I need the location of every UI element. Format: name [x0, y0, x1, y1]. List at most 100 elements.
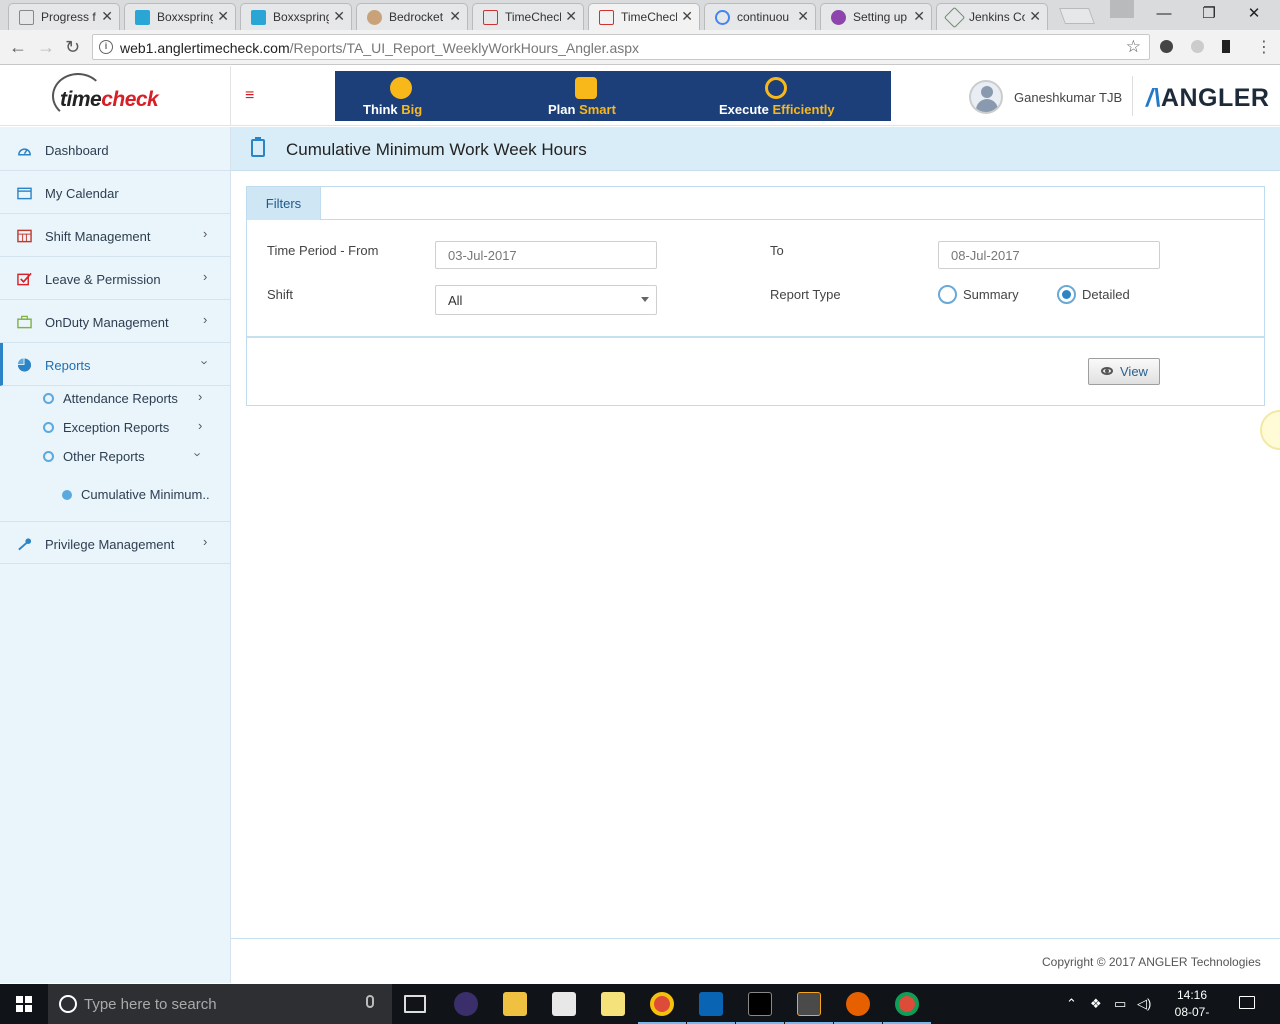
detailed-radio[interactable] [1057, 285, 1076, 304]
close-window-button[interactable]: ✕ [1234, 2, 1274, 26]
filters-panel: Filters Time Period - From 03-Jul-2017 T… [246, 186, 1265, 406]
volume-icon[interactable]: ◁) [1137, 996, 1151, 1012]
browser-tab[interactable]: Bedrocket ✕ [356, 3, 468, 30]
sidebar-item-privilege-management[interactable]: Privilege Management › [0, 521, 230, 564]
terminal-icon[interactable] [748, 992, 772, 1016]
outlook-icon[interactable] [699, 992, 723, 1016]
detailed-radio-label[interactable]: Detailed [1082, 287, 1130, 302]
chrome-icon[interactable] [895, 992, 919, 1016]
file-explorer-icon[interactable] [503, 992, 527, 1016]
shift-select[interactable]: All [435, 285, 657, 315]
chevron-right-icon: › [198, 418, 203, 433]
microphone-icon[interactable] [366, 995, 374, 1008]
browser-tab[interactable]: Progress f ✕ [8, 3, 120, 30]
restore-button[interactable]: ❐ [1189, 2, 1229, 26]
sidebar-item-reports[interactable]: Reports › [0, 343, 230, 386]
sidebar-item-onduty-management[interactable]: OnDuty Management › [0, 300, 230, 343]
system-clock[interactable]: 14:16 08-07-2017 [1162, 987, 1222, 1024]
menu-icon[interactable]: ⋮ [1256, 37, 1272, 57]
sticky-notes-icon[interactable] [601, 992, 625, 1016]
chevron-right-icon: › [203, 226, 208, 241]
tab-filters[interactable]: Filters [247, 187, 321, 220]
angler-mark-icon: /\ [1146, 84, 1161, 112]
browser-tab[interactable]: continuou ✕ [704, 3, 816, 30]
sidebar-subitem-exception-reports[interactable]: Exception Reports › [0, 413, 230, 442]
taskbar-search[interactable]: Type here to search [48, 984, 392, 1024]
sidebar-item-shift-management[interactable]: Shift Management › [0, 214, 230, 257]
profile-icon[interactable] [1110, 0, 1134, 18]
browser-tab[interactable]: Boxxspring ✕ [240, 3, 352, 30]
lightbulb-icon [390, 77, 412, 99]
address-bar[interactable]: i web1.anglertimecheck.com/Reports/TA_UI… [92, 34, 1150, 60]
reload-icon[interactable]: ↻ [65, 37, 80, 58]
windows-start-icon[interactable] [16, 996, 32, 1012]
briefcase-icon [17, 315, 32, 329]
sidebar-subitem-cumulative-minimum[interactable]: Cumulative Minimum.. [0, 480, 230, 510]
bookmark-star-icon[interactable]: ☆ [1126, 37, 1141, 57]
jenkins-icon [943, 6, 966, 29]
browser-tab[interactable]: Boxxspring ✕ [124, 3, 236, 30]
notifications-icon[interactable] [1239, 996, 1255, 1009]
view-button[interactable]: View [1088, 358, 1160, 385]
dropbox-icon[interactable]: ❖ [1090, 996, 1102, 1012]
browser-tab[interactable]: Jenkins Co ✕ [936, 3, 1048, 30]
slack-icon[interactable] [552, 992, 576, 1016]
close-icon[interactable]: ✕ [1029, 8, 1041, 25]
back-icon[interactable]: ← [9, 37, 27, 58]
divider [247, 336, 1264, 338]
sublime-text-icon[interactable] [797, 992, 821, 1016]
close-icon[interactable]: ✕ [565, 8, 577, 25]
boxxspring-icon [135, 10, 150, 25]
summary-radio[interactable] [938, 285, 957, 304]
close-icon[interactable]: ✕ [101, 8, 113, 25]
firefox-icon[interactable] [846, 992, 870, 1016]
network-icon[interactable]: ▭ [1114, 996, 1126, 1012]
avatar[interactable] [969, 80, 1003, 114]
to-date-input[interactable]: 08-Jul-2017 [938, 241, 1160, 269]
close-icon[interactable]: ✕ [449, 8, 461, 25]
time-period-from-label: Time Period - From [267, 243, 379, 258]
info-icon[interactable]: i [99, 40, 113, 54]
url-text[interactable]: web1.anglertimecheck.com/Reports/TA_UI_R… [120, 40, 639, 56]
close-icon[interactable]: ✕ [797, 8, 809, 25]
forward-icon[interactable]: → [37, 37, 55, 58]
google-icon [715, 10, 730, 25]
eclipse-icon[interactable] [454, 992, 478, 1016]
chevron-up-icon[interactable]: ⌃ [1066, 996, 1077, 1012]
sidebar-item-my-calendar[interactable]: My Calendar [0, 171, 230, 214]
browser-tab[interactable]: Setting up ✕ [820, 3, 932, 30]
username[interactable]: Ganeshkumar TJB [1014, 90, 1122, 105]
sidebar-subitem-other-reports[interactable]: Other Reports › [0, 442, 230, 471]
sidebar-item-dashboard[interactable]: Dashboard [0, 128, 230, 171]
close-icon[interactable]: ✕ [913, 8, 925, 25]
browser-tab-active[interactable]: TimeCheck ✕ [588, 3, 700, 31]
boxxspring-icon [251, 10, 266, 25]
task-view-icon[interactable] [404, 995, 426, 1013]
chrome-icon[interactable] [650, 992, 674, 1016]
target-icon [765, 77, 787, 99]
minimize-button[interactable]: — [1144, 2, 1184, 26]
copyright-text: Copyright © 2017 ANGLER Technologies [1042, 955, 1261, 969]
extension-icon[interactable] [1191, 40, 1204, 53]
eye-icon [1101, 367, 1113, 375]
close-icon[interactable]: ✕ [681, 8, 693, 25]
close-icon[interactable]: ✕ [333, 8, 345, 25]
pie-chart-icon [17, 358, 32, 372]
hamburger-menu-icon[interactable]: ≡ [245, 87, 254, 105]
summary-radio-label[interactable]: Summary [963, 287, 1019, 302]
timecheck-logo[interactable]: timecheck [0, 66, 231, 126]
sidebar-item-leave-permission[interactable]: Leave & Permission › [0, 257, 230, 300]
new-tab-button[interactable] [1059, 8, 1095, 24]
close-icon[interactable]: ✕ [217, 8, 229, 25]
from-date-input[interactable]: 03-Jul-2017 [435, 241, 657, 269]
sidebar-subitem-attendance-reports[interactable]: Attendance Reports › [0, 384, 230, 413]
calendar-icon [17, 187, 32, 200]
windows-taskbar: Type here to search ⌃ ❖ ▭ ◁) 14:16 08-07… [0, 984, 1280, 1024]
page-icon [19, 10, 34, 25]
browser-tab[interactable]: TimeCheck ✕ [472, 3, 584, 30]
checkbox-icon [17, 272, 32, 286]
cortana-icon [59, 995, 77, 1013]
extension-icon[interactable] [1160, 40, 1173, 53]
clipboard-icon [251, 137, 265, 157]
cursor-highlight [1260, 410, 1280, 450]
